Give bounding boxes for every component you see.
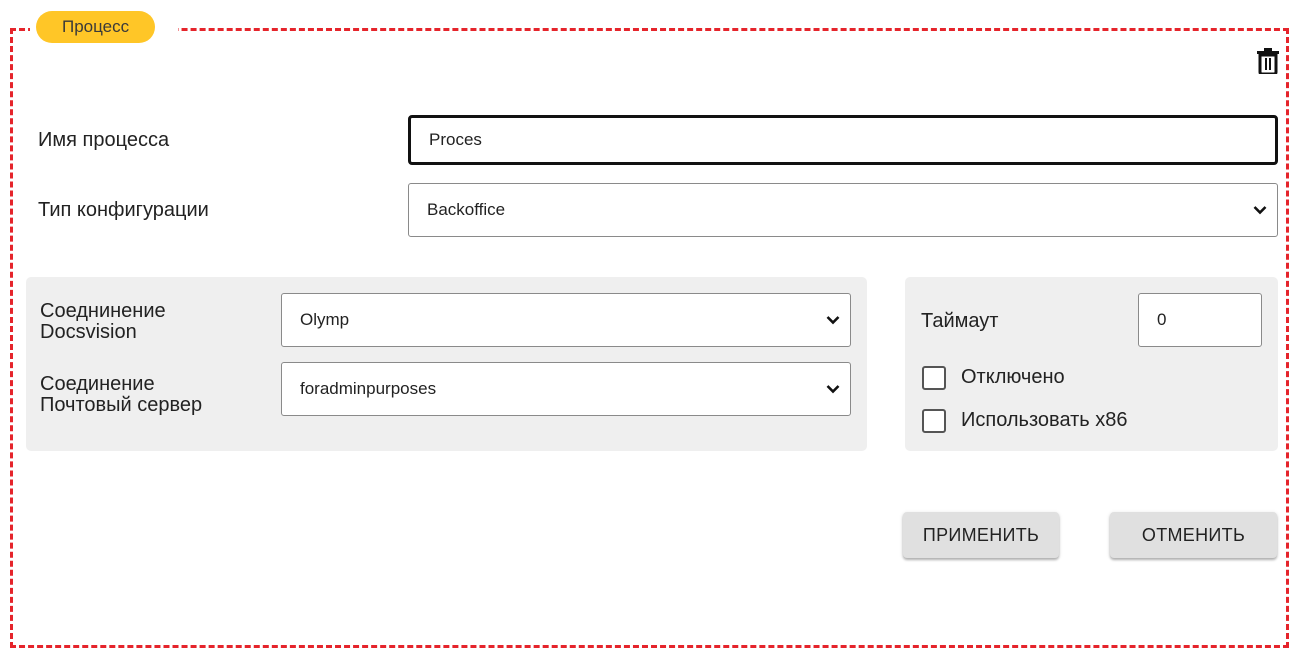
chevron-down-icon xyxy=(826,385,840,394)
disabled-label: Отключено xyxy=(961,366,1065,388)
mail-connection-value: foradminpurposes xyxy=(300,379,437,398)
mail-connection-select[interactable]: foradminpurposes xyxy=(281,362,851,416)
trash-icon[interactable] xyxy=(1257,48,1279,74)
mail-label-line1: Соединение xyxy=(40,373,155,395)
docsvision-label-line2: Docsvision xyxy=(40,321,137,343)
timeout-input[interactable]: 0 xyxy=(1138,293,1262,347)
apply-button[interactable]: ПРИМЕНИТЬ xyxy=(903,512,1059,558)
config-type-select[interactable]: Backoffice xyxy=(408,183,1278,237)
docsvision-connection-value: Olymp xyxy=(300,310,350,329)
timeout-value: 0 xyxy=(1157,310,1167,329)
disabled-checkbox[interactable] xyxy=(922,366,946,390)
docsvision-connection-label: Соеднинение Docsvision xyxy=(40,301,166,343)
section-badge: Процесс xyxy=(36,11,156,43)
process-name-label: Имя процесса xyxy=(38,129,170,151)
docsvision-connection-select[interactable]: Olymp xyxy=(281,293,851,347)
mail-label-line2: Почтовый сервер xyxy=(40,394,203,416)
docsvision-label-line1: Соеднинение xyxy=(40,300,166,322)
cancel-button[interactable]: ОТМЕНИТЬ xyxy=(1110,512,1277,558)
config-type-value: Backoffice xyxy=(427,200,506,219)
x86-label: Использовать x86 xyxy=(961,409,1128,431)
mail-connection-label: Соединение Почтовый сервер xyxy=(40,374,202,416)
timeout-label: Таймаут xyxy=(921,310,999,332)
chevron-down-icon xyxy=(826,316,840,325)
process-name-value: Proces xyxy=(429,130,482,149)
chevron-down-icon xyxy=(1253,206,1267,215)
config-type-label: Тип конфигурации xyxy=(38,199,209,221)
x86-checkbox[interactable] xyxy=(922,409,946,433)
process-name-input[interactable]: Proces xyxy=(408,115,1278,165)
